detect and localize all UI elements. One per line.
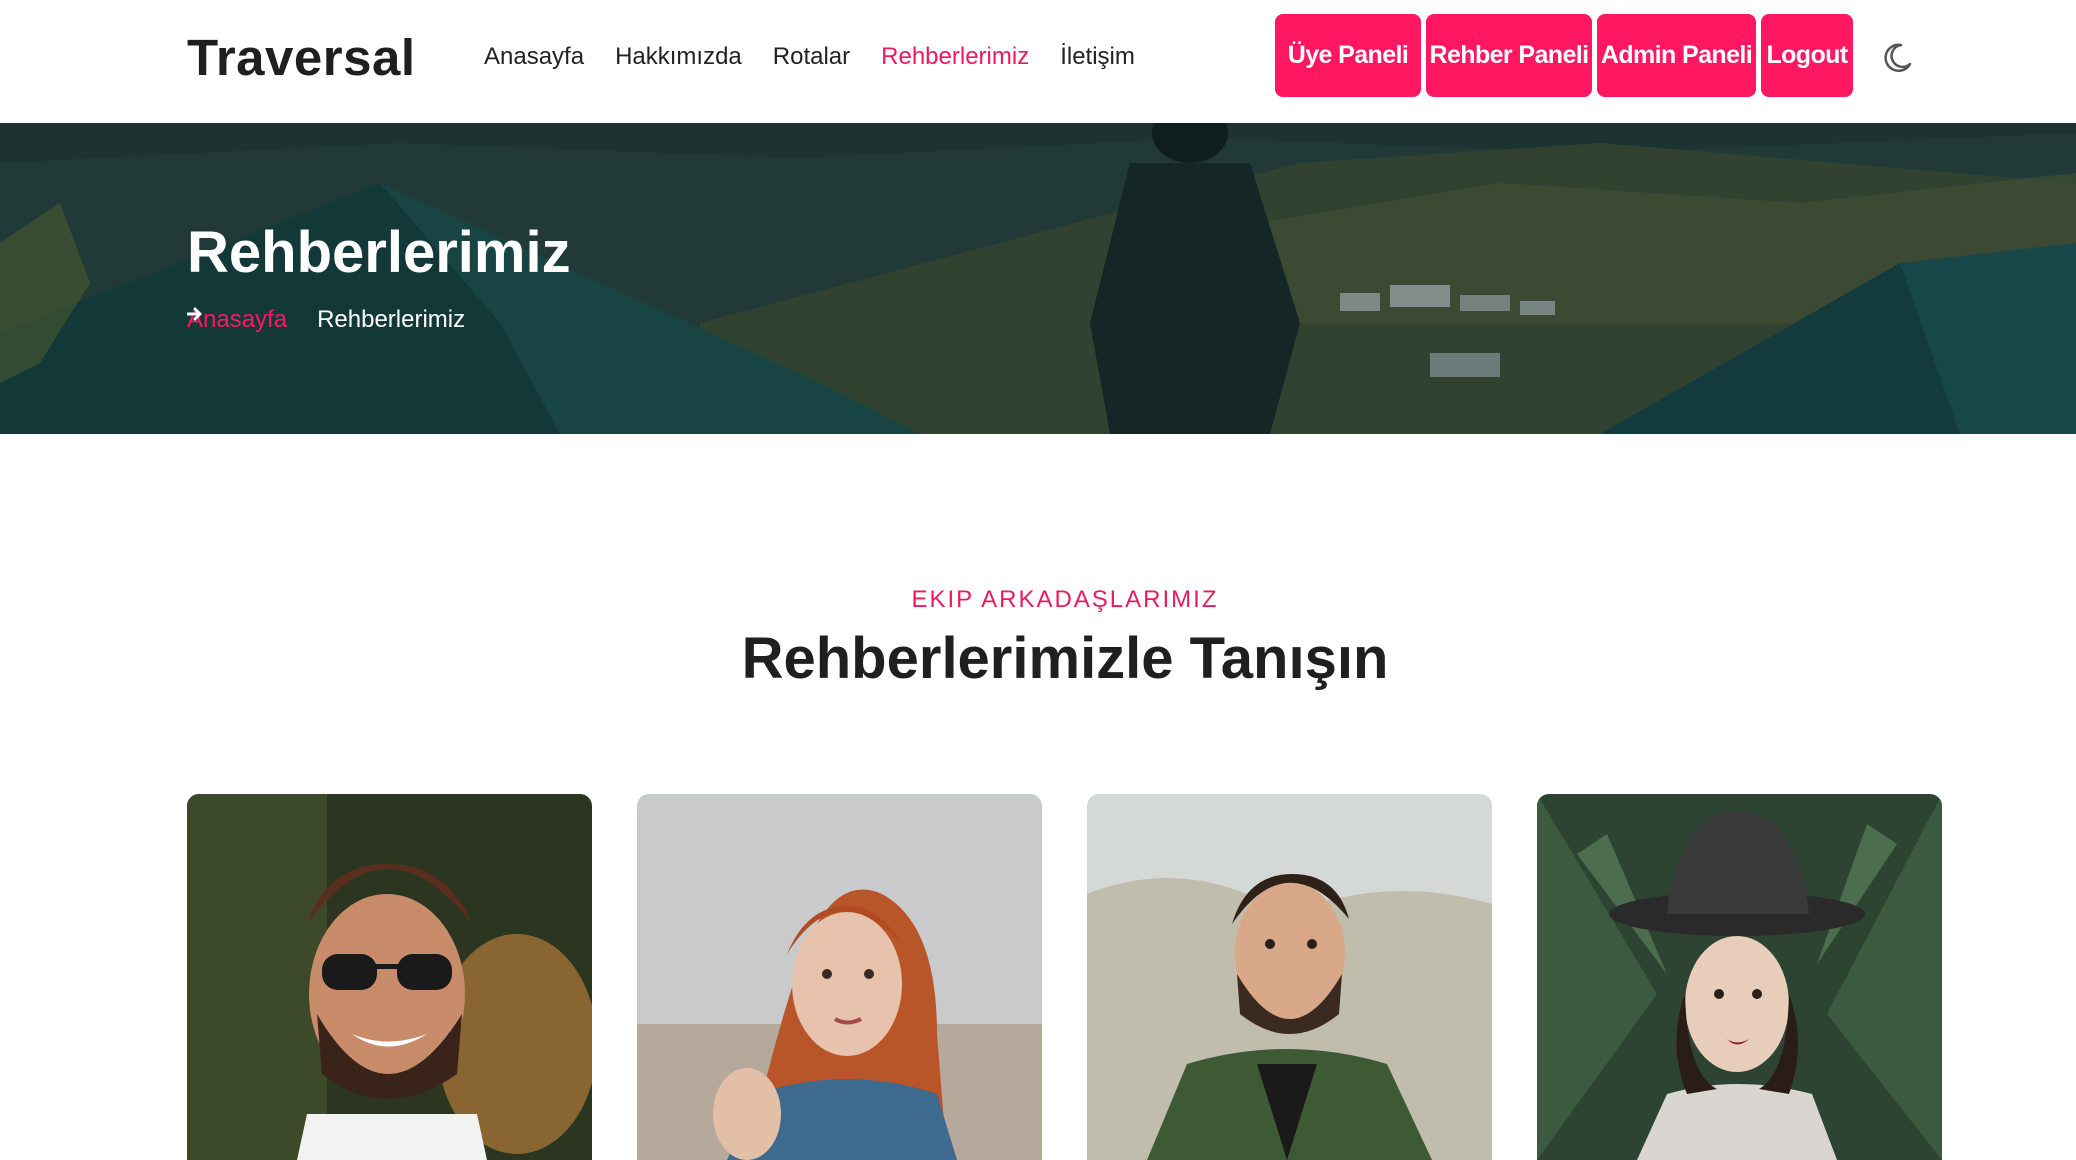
page-title: Rehberlerimiz [187, 220, 571, 285]
site-header: Traversal Anasayfa Hakkımızda Rotalar Re… [0, 0, 2076, 123]
man-green-jacket-photo [1087, 794, 1492, 1160]
woman-black-hat-photo [1537, 794, 1942, 1160]
moon-icon[interactable] [1879, 40, 1915, 76]
red-haired-woman-photo [637, 794, 1042, 1160]
guide-card[interactable] [637, 794, 1042, 1160]
breadcrumb: Anasayfa Rehberlerimiz [187, 306, 465, 334]
hero-banner: Rehberlerimiz Anasayfa Rehberlerimiz [0, 123, 2076, 434]
breadcrumb-current: Rehberlerimiz [317, 306, 466, 333]
nav-item-iletisim[interactable]: İletişim [1060, 40, 1135, 74]
logout-button[interactable]: Logout [1761, 14, 1853, 97]
nav-item-rotalar[interactable]: Rotalar [773, 40, 850, 74]
site-logo[interactable]: Traversal [187, 28, 416, 87]
section-title: Rehberlerimizle Tanışın [741, 626, 1389, 691]
member-panel-button[interactable]: Üye Paneli [1275, 14, 1421, 97]
nav-item-anasayfa[interactable]: Anasayfa [484, 40, 584, 74]
guide-card[interactable] [187, 794, 592, 1160]
guide-panel-button[interactable]: Rehber Paneli [1426, 14, 1592, 97]
panel-buttons: Üye Paneli Rehber Paneli Admin Paneli Lo… [1275, 14, 1858, 97]
admin-panel-button[interactable]: Admin Paneli [1597, 14, 1756, 97]
nav-item-rehberlerimiz[interactable]: Rehberlerimiz [881, 40, 1029, 74]
main-nav: Anasayfa Hakkımızda Rotalar Rehberlerimi… [484, 40, 1166, 74]
guide-card[interactable] [1087, 794, 1492, 1160]
guide-card[interactable] [1537, 794, 1942, 1160]
nav-item-hakkimizda[interactable]: Hakkımızda [615, 40, 742, 74]
bearded-man-sunglasses-photo [187, 794, 592, 1160]
section-kicker: EKIP ARKADAŞLARIMIZ [911, 586, 1219, 613]
